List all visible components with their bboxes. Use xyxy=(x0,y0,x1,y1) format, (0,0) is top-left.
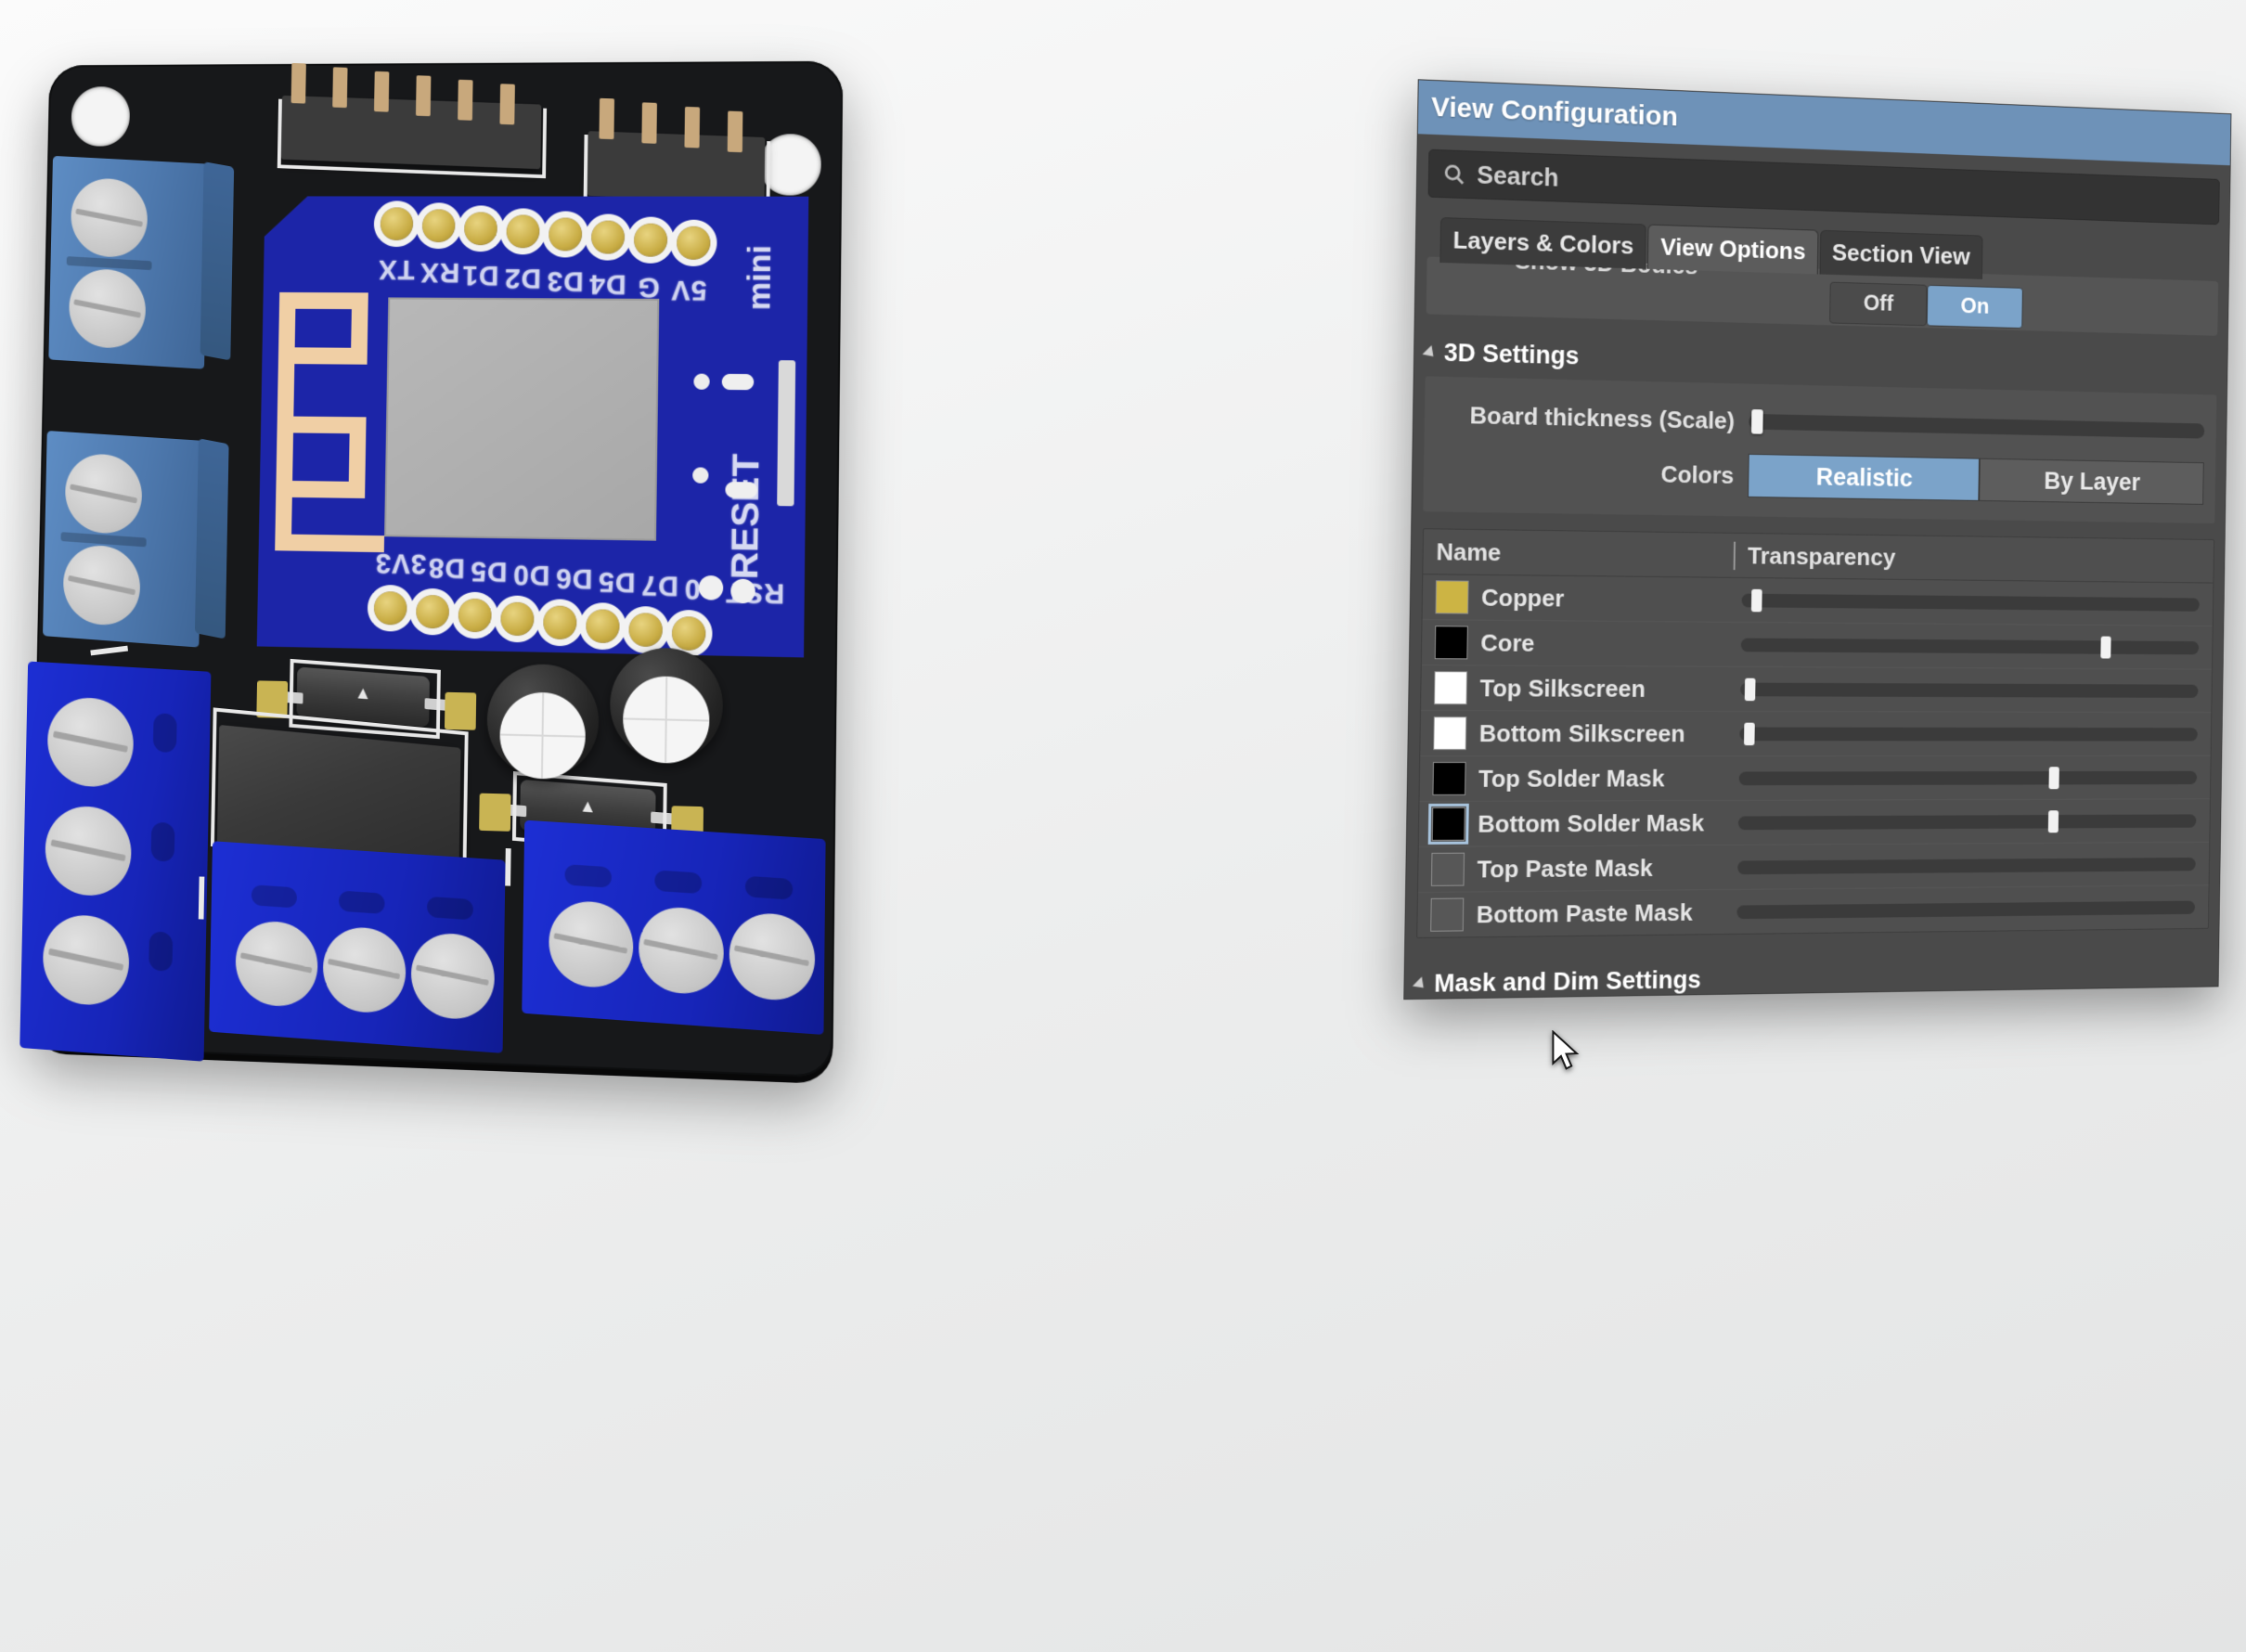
panel-body: Search Layers & Colors View Options Sect… xyxy=(1404,148,2229,1000)
reset-button-pad xyxy=(730,579,755,604)
column-header-transparency: Transparency xyxy=(1734,541,2214,574)
section-header-mask-and-dim-settings[interactable]: Mask and Dim Settings xyxy=(1415,959,2218,999)
3d-settings-body: Board thickness (Scale) Colors Realistic… xyxy=(1423,376,2216,523)
layer-name: Bottom Paste Mask xyxy=(1477,898,1693,929)
slider-knob[interactable] xyxy=(2100,636,2110,658)
transparency-slider[interactable] xyxy=(1739,727,2197,741)
colors-mode-realistic[interactable]: Realistic xyxy=(1748,454,1980,501)
tab-section-view[interactable]: Section View xyxy=(1819,230,1982,279)
transparency-slider[interactable] xyxy=(1741,638,2199,654)
silkscreen-reset-label: RESET xyxy=(724,454,768,580)
section-title-3d-settings: 3D Settings xyxy=(1444,339,1580,370)
show-3d-bodies-on-button[interactable]: On xyxy=(1927,285,2023,329)
terminal-block-2p-top-left-side xyxy=(200,161,235,360)
colors-row: Colors Realistic By Layer xyxy=(1424,443,2216,510)
tab-view-options[interactable]: View Options xyxy=(1647,225,1818,275)
slider-knob[interactable] xyxy=(2048,810,2059,832)
board-thickness-slider[interactable] xyxy=(1749,413,2204,438)
colors-label: Colors xyxy=(1437,456,1749,490)
section-title-mask-and-dim: Mask and Dim Settings xyxy=(1434,966,1701,999)
terminal-block-2p-top-left[interactable] xyxy=(48,156,208,369)
slider-knob[interactable] xyxy=(2048,767,2059,789)
board-thickness-label: Board thickness (Scale) xyxy=(1438,400,1749,435)
search-icon xyxy=(1442,161,1466,187)
layer-name: Copper xyxy=(1481,583,1565,613)
layer-name: Top Silkscreen xyxy=(1479,674,1646,703)
table-row[interactable]: Bottom Paste Mask xyxy=(1417,885,2208,937)
column-header-name: Name xyxy=(1423,537,1734,570)
terminal-screw[interactable] xyxy=(46,695,134,789)
transparency-slider[interactable] xyxy=(1738,814,2197,830)
search-input[interactable]: Search xyxy=(1428,149,2220,226)
layers-table: Name Transparency Copper Core xyxy=(1416,528,2214,938)
chevron-down-icon xyxy=(1413,976,1428,992)
layer-name: Bottom Silkscreen xyxy=(1479,719,1685,748)
layer-name: Top Paste Mask xyxy=(1477,854,1653,884)
mouse-pointer-icon xyxy=(1552,1030,1583,1073)
layer-color-swatch[interactable] xyxy=(1432,762,1465,795)
panel-title-text: View Configuration xyxy=(1431,92,1678,133)
transparency-slider[interactable] xyxy=(1737,858,2196,874)
view-configuration-panel[interactable]: View Configuration Search Layers & Color… xyxy=(1403,79,2231,1000)
pcb-board[interactable]: TX RX D1 D2 D3 D4 G 5V 3V3 D8 D5 D0 D6 D… xyxy=(29,61,844,1078)
board-stage: TX RX D1 D2 D3 D4 G 5V 3V3 D8 D5 D0 D6 D… xyxy=(0,0,928,1067)
tab-layers-and-colors[interactable]: Layers & Colors xyxy=(1439,217,1646,269)
layer-color-swatch[interactable] xyxy=(1435,626,1468,659)
table-row[interactable]: Core xyxy=(1422,620,2213,669)
layer-name: Bottom Solder Mask xyxy=(1478,808,1704,838)
usb-connector-shell xyxy=(777,360,795,506)
view-configuration-panel-stage: View Configuration Search Layers & Color… xyxy=(1411,56,2246,1039)
slider-knob[interactable] xyxy=(1745,678,1756,701)
search-placeholder: Search xyxy=(1477,161,1559,192)
table-row[interactable]: Copper xyxy=(1423,574,2214,626)
layer-color-swatch[interactable] xyxy=(1433,716,1466,750)
table-row[interactable]: Bottom Solder Mask xyxy=(1419,799,2210,847)
terminal-screw[interactable] xyxy=(729,911,815,1003)
layer-color-swatch[interactable] xyxy=(1435,580,1468,613)
table-row[interactable]: Bottom Silkscreen xyxy=(1420,711,2211,756)
via xyxy=(692,467,708,483)
terminal-screw[interactable] xyxy=(69,267,147,350)
layer-color-swatch[interactable] xyxy=(1432,807,1465,841)
table-row[interactable]: Top Paste Mask xyxy=(1418,843,2209,893)
colors-mode-by-layer[interactable]: By Layer xyxy=(1979,458,2204,505)
layer-color-swatch[interactable] xyxy=(1431,853,1465,886)
table-row[interactable]: Top Silkscreen xyxy=(1421,665,2212,713)
slider-knob[interactable] xyxy=(1751,409,1763,434)
layer-name: Top Solder Mask xyxy=(1478,764,1665,793)
pcb-3d-viewport[interactable]: TX RX D1 D2 D3 D4 G 5V 3V3 D8 D5 D0 D6 D… xyxy=(0,0,2246,1652)
show-3d-bodies-off-button[interactable]: Off xyxy=(1829,282,1927,327)
table-row[interactable]: Top Solder Mask xyxy=(1419,756,2210,802)
pin-label-d4: D4 xyxy=(588,267,626,299)
slider-knob[interactable] xyxy=(1744,722,1755,744)
transparency-slider[interactable] xyxy=(1736,900,2195,919)
chevron-down-icon xyxy=(1423,345,1439,361)
slider-knob[interactable] xyxy=(1751,588,1762,612)
transparency-slider[interactable] xyxy=(1742,593,2200,611)
layer-color-swatch[interactable] xyxy=(1434,671,1467,704)
transparency-slider[interactable] xyxy=(1739,770,2198,784)
layer-name: Core xyxy=(1480,628,1535,657)
layer-color-swatch[interactable] xyxy=(1430,898,1464,932)
transparency-slider[interactable] xyxy=(1740,682,2198,697)
terminal-screw[interactable] xyxy=(62,543,140,627)
smd-led xyxy=(722,374,755,390)
silkscreen-brand-mini: mini xyxy=(742,245,779,311)
colors-mode-group: Realistic By Layer xyxy=(1748,454,2204,505)
